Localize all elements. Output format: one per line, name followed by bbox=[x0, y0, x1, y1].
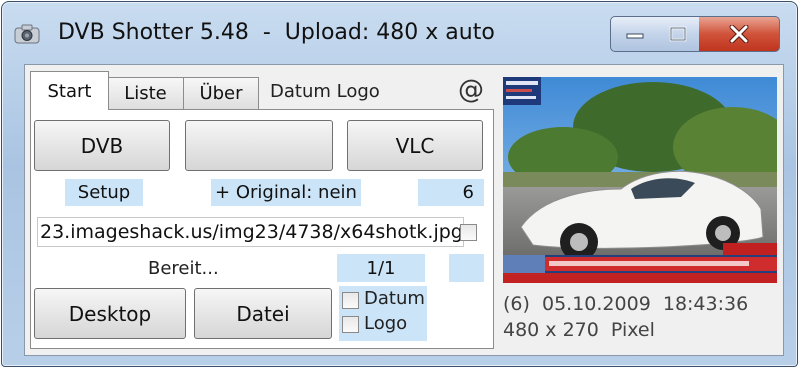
logo-checkbox[interactable] bbox=[342, 316, 359, 333]
tab-start[interactable]: Start bbox=[30, 71, 109, 110]
screenshot-preview[interactable] bbox=[503, 77, 777, 283]
page-indicator: 1/1 bbox=[337, 254, 425, 282]
original-label[interactable]: + Original: nein bbox=[211, 179, 361, 206]
client-area: Start Liste Über Datum Logo @ DVB VLC Se… bbox=[24, 64, 784, 356]
maximize-icon bbox=[669, 26, 687, 42]
count-label[interactable]: 6 bbox=[418, 179, 484, 206]
tab-liste[interactable]: Liste bbox=[107, 77, 184, 110]
vlc-button[interactable]: VLC bbox=[347, 120, 483, 171]
url-checkbox[interactable] bbox=[460, 224, 477, 241]
title-bar[interactable]: DVB Shotter 5.48 - Upload: 480 x auto bbox=[2, 2, 797, 64]
datei-button[interactable]: Datei bbox=[194, 288, 332, 339]
start-tab-panel: DVB VLC Setup + Original: nein 6 23.imag… bbox=[30, 109, 494, 349]
maximize-button[interactable] bbox=[657, 16, 700, 52]
minimize-icon bbox=[626, 33, 643, 39]
dimensions-info: 480 x 270 Pixel bbox=[503, 319, 655, 341]
desktop-button[interactable]: Desktop bbox=[34, 288, 186, 339]
close-icon bbox=[729, 25, 749, 43]
window-title: DVB Shotter 5.48 - Upload: 480 x auto bbox=[58, 20, 495, 45]
empty-indicator bbox=[449, 254, 484, 282]
datum-logo-label: Datum Logo bbox=[270, 81, 380, 102]
status-text: Bereit... bbox=[148, 258, 219, 279]
datum-option-label[interactable]: Datum bbox=[364, 288, 425, 309]
close-button[interactable] bbox=[699, 16, 780, 52]
logo-option-label[interactable]: Logo bbox=[364, 313, 407, 334]
timestamp-info: (6) 05.10.2009 18:43:36 bbox=[503, 293, 749, 315]
dvb-button[interactable]: DVB bbox=[34, 120, 170, 171]
blank-button[interactable] bbox=[185, 120, 333, 171]
datum-checkbox[interactable] bbox=[342, 292, 359, 309]
upload-url-field[interactable]: 23.imageshack.us/img23/4738/x64shotk.jpg bbox=[37, 217, 464, 247]
car-preview-image bbox=[503, 77, 777, 283]
setup-label[interactable]: Setup bbox=[65, 179, 143, 206]
camera-app-icon bbox=[14, 24, 40, 44]
app-window: DVB Shotter 5.48 - Upload: 480 x auto St… bbox=[1, 1, 798, 367]
tab-ueber[interactable]: Über bbox=[183, 77, 259, 110]
minimize-button[interactable] bbox=[610, 16, 659, 52]
at-symbol-label[interactable]: @ bbox=[458, 75, 484, 105]
